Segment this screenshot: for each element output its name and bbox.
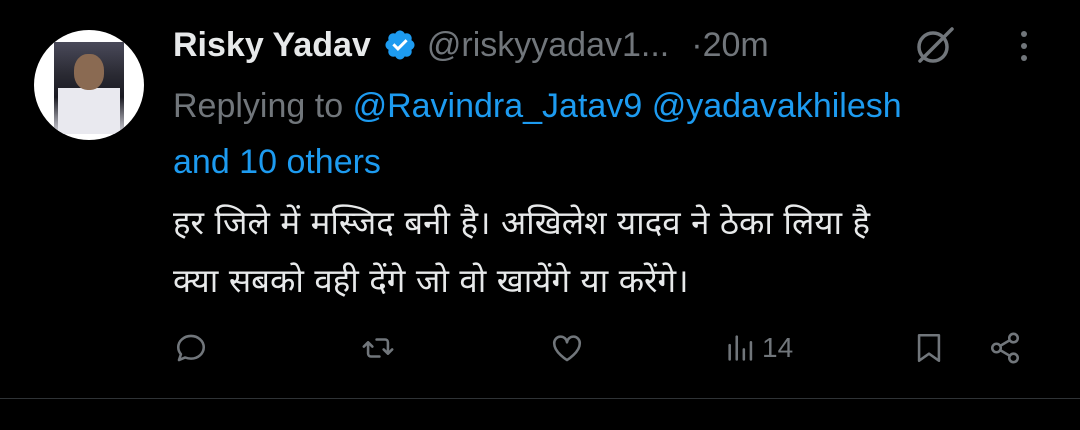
- mention-link[interactable]: @yadavakhilesh: [652, 87, 902, 125]
- retweet-icon: [362, 338, 394, 358]
- reply-button[interactable]: [174, 326, 208, 370]
- verified-badge-icon: [385, 30, 415, 60]
- replying-to: Replying to @Ravindra_Jatav9 @yadavakhil…: [173, 78, 1053, 190]
- more-options-icon[interactable]: [1012, 28, 1036, 64]
- like-icon: [552, 335, 582, 362]
- like-button[interactable]: [550, 326, 584, 370]
- retweet-button[interactable]: [361, 326, 395, 370]
- grok-icon[interactable]: [914, 24, 956, 66]
- timestamp[interactable]: 20m: [703, 26, 769, 65]
- author-handle[interactable]: @riskyyadav1...: [427, 26, 669, 65]
- avatar[interactable]: [34, 30, 144, 140]
- replying-to-label: Replying to: [173, 87, 344, 125]
- share-icon: [990, 332, 1020, 364]
- tweet-text: हर जिले में मस्जिद बनी है। अखिलेश यादव न…: [173, 194, 1053, 310]
- share-button[interactable]: [988, 326, 1022, 370]
- views-icon: [728, 335, 753, 361]
- author-name[interactable]: Risky Yadav: [173, 26, 371, 65]
- bookmark-icon: [917, 333, 941, 363]
- tweet-text-line: क्या सबको वही देंगे जो वो खायेंगे या करे…: [173, 261, 689, 300]
- views-count: 14: [762, 332, 794, 363]
- avatar-shirt: [58, 88, 120, 134]
- mention-link[interactable]: @Ravindra_Jatav9: [353, 87, 643, 125]
- separator-dot: ·: [691, 25, 703, 64]
- tweet-text-line: हर जिले में मस्जिद बनी है। अखिलेश यादव न…: [173, 203, 871, 242]
- bookmark-button[interactable]: [912, 326, 946, 370]
- views-button[interactable]: 14: [724, 326, 793, 370]
- reply-icon: [176, 334, 206, 362]
- others-link[interactable]: and 10 others: [173, 143, 381, 181]
- divider: [0, 398, 1080, 399]
- avatar-face: [74, 54, 104, 90]
- tweet-header: Risky Yadav @riskyyadav1... · 20m: [173, 22, 769, 68]
